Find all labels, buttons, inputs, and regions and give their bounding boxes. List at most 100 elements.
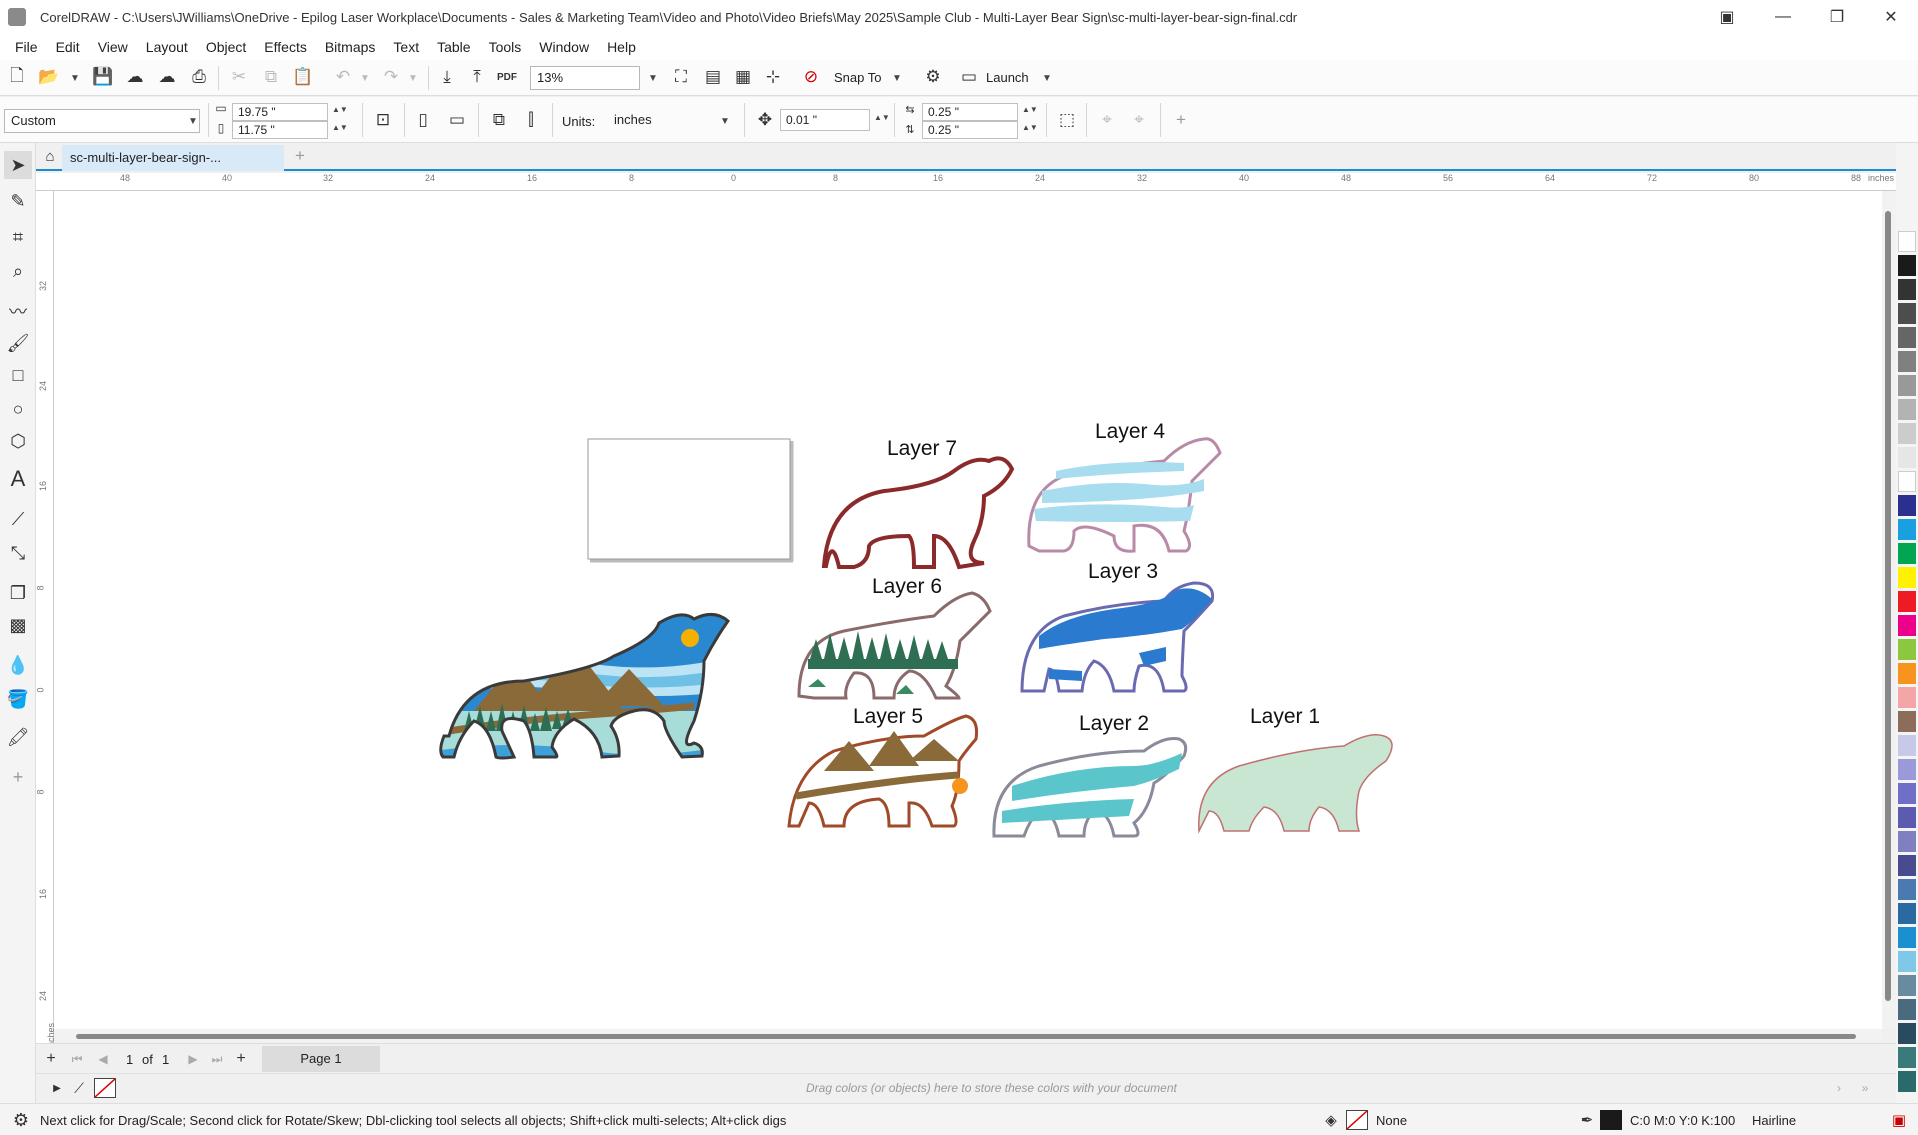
menu-text[interactable]: Text — [384, 39, 428, 55]
palette-swatch[interactable] — [1898, 519, 1916, 540]
units-dropdown-icon[interactable]: ▼ — [720, 116, 730, 127]
horizontal-scrollbar[interactable] — [54, 1029, 1882, 1043]
outline-pen-icon[interactable]: ✒ — [1574, 1107, 1600, 1133]
artistic-media-tool-icon[interactable]: 🖌 — [4, 329, 32, 357]
fill-none-swatch[interactable] — [1346, 1110, 1368, 1130]
palette-swatch[interactable] — [1898, 1023, 1916, 1044]
transparency-tool-icon[interactable]: ▩ — [4, 611, 32, 639]
launch-button[interactable]: Launch — [986, 70, 1029, 85]
undo-icon[interactable]: ↶ — [330, 64, 356, 90]
palette-swatch[interactable] — [1898, 471, 1916, 492]
menu-window[interactable]: Window — [530, 39, 598, 55]
palette-swatch[interactable] — [1898, 855, 1916, 876]
palette-swatch[interactable] — [1898, 447, 1916, 468]
new-document-icon[interactable]: 🗋 — [4, 64, 30, 90]
document-tab[interactable]: sc-multi-layer-bear-sign-... — [62, 145, 284, 171]
copy-icon[interactable]: ⧉ — [258, 64, 284, 90]
account-icon[interactable]: ▣ — [1700, 0, 1754, 34]
polygon-tool-icon[interactable]: ⬡ — [4, 427, 32, 455]
palette-swatch[interactable] — [1898, 303, 1916, 324]
page-1-tab[interactable]: Page 1 — [262, 1046, 380, 1072]
palette-swatch[interactable] — [1898, 615, 1916, 636]
layer-7-label[interactable]: Layer 7 — [887, 437, 957, 461]
palette-swatch[interactable] — [1898, 663, 1916, 684]
welcome-home-icon[interactable]: ⌂ — [38, 144, 62, 168]
palette-swatch[interactable] — [1898, 639, 1916, 660]
palette-swatch[interactable] — [1898, 1047, 1916, 1068]
dynamic-guides-icon[interactable]: ⌖ — [1126, 107, 1152, 133]
page-height-field[interactable]: 11.75 " — [232, 121, 328, 139]
layer-3-label[interactable]: Layer 3 — [1088, 560, 1158, 584]
palette-swatch[interactable] — [1898, 423, 1916, 444]
page-size-dropdown-icon[interactable]: ▼ — [188, 116, 198, 127]
show-guidelines-icon[interactable]: ⊹ — [760, 64, 786, 90]
show-grid-icon[interactable]: ▦ — [730, 64, 756, 90]
landscape-icon[interactable]: ▭ — [444, 107, 470, 133]
outline-color-swatch[interactable] — [1600, 1110, 1622, 1130]
snap-to-button[interactable]: Snap To — [834, 70, 881, 85]
palette-swatch[interactable] — [1898, 351, 1916, 372]
layer-2-label[interactable]: Layer 2 — [1079, 712, 1149, 736]
menu-bitmaps[interactable]: Bitmaps — [316, 39, 385, 55]
page-size-select[interactable]: Custom — [4, 109, 200, 133]
palette-swatch[interactable] — [1898, 735, 1916, 756]
launch-dropdown-icon[interactable]: ▼ — [1042, 73, 1052, 84]
undo-dropdown-icon[interactable]: ▼ — [360, 73, 370, 84]
palette-scroll-right-icon[interactable]: › — [1826, 1075, 1852, 1101]
show-rulers-icon[interactable]: ▤ — [700, 64, 726, 90]
last-page-icon[interactable]: ⏭ — [204, 1046, 230, 1072]
cloud-sync-icon[interactable]: ☁ — [154, 64, 180, 90]
current-page-number[interactable]: 1 — [126, 1052, 133, 1067]
paste-icon[interactable]: 📋 — [290, 64, 316, 90]
palette-swatch[interactable] — [1898, 687, 1916, 708]
menu-edit[interactable]: Edit — [47, 39, 89, 55]
add-tool-icon[interactable]: + — [4, 763, 32, 791]
freehand-tool-icon[interactable]: 〰 — [4, 297, 32, 325]
snap-distance-icon[interactable]: ⌖ — [1094, 107, 1120, 133]
palette-swatch[interactable] — [1898, 399, 1916, 420]
shape-tool-icon[interactable]: ✎ — [4, 187, 32, 215]
vertical-scrollbar[interactable] — [1882, 191, 1896, 1029]
dup-y-spin-icon[interactable]: ▲▼ — [1022, 123, 1038, 132]
nudge-spin-icon[interactable]: ▲▼ — [874, 113, 890, 122]
page-width-field[interactable]: 19.75 " — [232, 103, 328, 121]
status-settings-gear-icon[interactable]: ⚙ — [8, 1107, 34, 1133]
dup-x-spin-icon[interactable]: ▲▼ — [1022, 105, 1038, 114]
palette-swatch[interactable] — [1898, 591, 1916, 612]
palette-swatch[interactable] — [1898, 567, 1916, 588]
save-icon[interactable]: 💾 — [90, 64, 116, 90]
connector-tool-icon[interactable]: ⤡ — [4, 539, 32, 567]
zoom-dropdown-icon[interactable]: ▼ — [648, 73, 658, 84]
palette-swatch[interactable] — [1898, 975, 1916, 996]
palette-eyedropper-icon[interactable]: ⟋ — [66, 1075, 92, 1101]
dimension-tool-icon[interactable]: ⟋ — [4, 505, 32, 533]
ellipse-tool-icon[interactable]: ○ — [4, 395, 32, 423]
palette-expand-right-icon[interactable]: » — [1852, 1075, 1878, 1101]
previous-page-icon[interactable]: ◀ — [90, 1046, 116, 1072]
options-gear-icon[interactable]: ⚙ — [920, 64, 946, 90]
color-proof-icon[interactable]: ▣ — [1886, 1107, 1912, 1133]
add-page-after-icon[interactable]: + — [228, 1046, 254, 1072]
next-page-icon[interactable]: ▶ — [180, 1046, 206, 1072]
layer-1-label[interactable]: Layer 1 — [1250, 705, 1320, 729]
all-pages-icon[interactable]: ⊡ — [370, 107, 396, 133]
redo-icon[interactable]: ↷ — [378, 64, 404, 90]
publish-pdf-icon[interactable]: PDF — [494, 64, 520, 90]
first-page-icon[interactable]: ⏮ — [64, 1046, 90, 1072]
menu-layout[interactable]: Layout — [137, 39, 197, 55]
open-icon[interactable]: 📂 — [36, 64, 62, 90]
width-spin-icon[interactable]: ▲▼ — [332, 105, 348, 114]
print-icon[interactable]: ⎙ — [186, 64, 212, 90]
snap-off-icon[interactable]: ⊘ — [798, 64, 824, 90]
layer-5-label[interactable]: Layer 5 — [853, 705, 923, 729]
minimize-button[interactable]: — — [1756, 0, 1810, 34]
horizontal-ruler[interactable]: 48 40 32 24 16 8 0 8 16 24 32 40 48 56 6… — [36, 173, 1896, 191]
layer-6-label[interactable]: Layer 6 — [872, 575, 942, 599]
interactive-fill-tool-icon[interactable]: 🪣 — [4, 685, 32, 713]
menu-tools[interactable]: Tools — [480, 39, 531, 55]
rectangle-tool-icon[interactable]: □ — [4, 361, 32, 389]
apply-to-all-pages-icon[interactable]: ⧉ — [486, 107, 512, 133]
vertical-scroll-thumb[interactable] — [1885, 211, 1891, 1001]
palette-swatch[interactable] — [1898, 711, 1916, 732]
menu-table[interactable]: Table — [428, 39, 479, 55]
